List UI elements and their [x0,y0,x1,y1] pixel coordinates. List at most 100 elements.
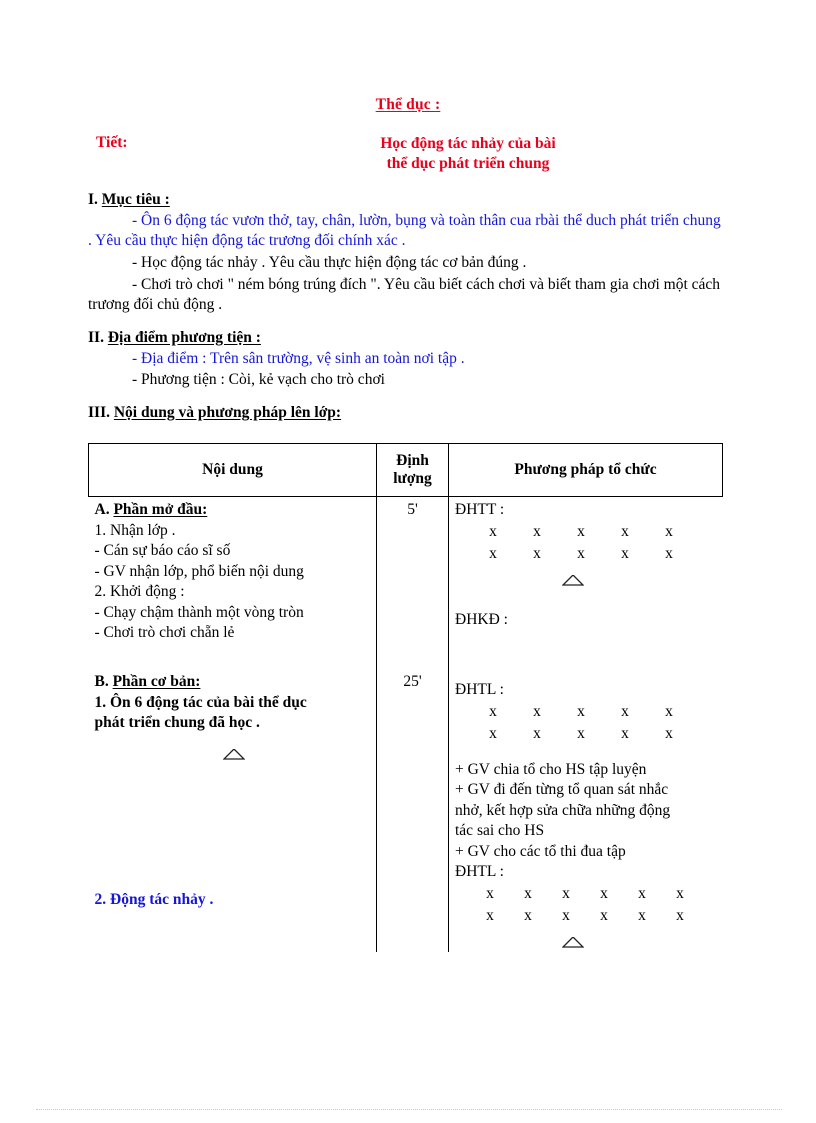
triangle-icon [561,936,584,948]
lesson-plan-table: Nội dung Định lượng Phương pháp tổ chức … [88,442,723,952]
part-a-content-cell: A. Phần mở đầu: 1. Nhận lớp . - Cán sự b… [88,496,377,644]
objective-line-1: - Ôn 6 động tác vươn thở, tay, chân, lườ… [88,211,721,250]
x-mark: x [486,907,494,925]
part-a-formation1-row1: xxxxx [455,521,717,543]
part-a-line-3: - GV nhận lớp, phổ biến nội dung [94,562,304,580]
part-a-line-6: - Chơi trò chơi chẵn lẻ [94,624,235,642]
x-mark: x [638,907,646,925]
part-b-note-4: tác sai cho HS [455,822,545,840]
part-b-formation1-label: ĐHTL : [455,681,504,699]
x-mark: x [524,907,532,925]
triangle-icon [222,748,245,760]
part-b-quantity-cell: 25' [376,643,449,952]
x-mark: x [577,702,585,720]
x-mark: x [486,884,494,902]
period-row: Tiết: Học động tác nhảy của bài thể dục … [88,134,728,178]
x-mark: x [665,725,673,743]
part-b-content-cell: B. Phần cơ bản: 1. Ôn 6 động tác của bài… [88,643,377,952]
section-objectives-title: Mục tiêu : [101,191,170,208]
x-mark: x [533,545,541,563]
x-mark: x [489,545,497,563]
part-a-line-5: - Chạy chậm thành một vòng tròn [94,603,304,621]
part-b-formation1-row1: xxxxx [455,701,717,723]
part-b-note-2: + GV đi đến từng tổ quan sát nhắc [455,781,669,799]
section-content-number: III. [88,403,114,421]
table-header-quantity-line2: lượng [393,470,432,488]
x-mark: x [676,884,684,902]
section-location-number: II. [88,328,108,346]
section-location-title: Địa điểm phương tiện : [107,328,261,346]
objective-line-2: - Học động tác nhảy . Yêu cầu thực hiện … [132,254,527,272]
table-header-quantity: Định lượng [376,442,449,498]
part-b-item1-line2: phát triển chung đã học . [94,714,260,732]
part-b-item1-line1: 1. Ôn 6 động tác của bài thể dục [94,693,307,711]
part-a-line-2: - Cán sự báo cáo sĩ số [94,542,231,560]
x-mark: x [533,725,541,743]
part-a-teacher-position [455,574,717,590]
document-page: Thể dục : Tiết: Học động tác nhảy của bà… [0,0,816,1123]
table-row-part-b: B. Phần cơ bản: 1. Ôn 6 động tác của bài… [88,643,723,952]
x-mark: x [577,725,585,743]
x-mark: x [489,725,497,743]
x-mark: x [665,545,673,563]
part-a-heading-text: Phần mở đầu: [113,501,208,519]
part-a-formation1-row2: xxxxx [455,543,717,565]
part-b-method-cell: ĐHTL : xxxxx xxxxx + GV chia tổ cho HS t… [448,643,723,952]
document-body: Thể dục : Tiết: Học động tác nhảy của bà… [88,96,728,952]
x-mark: x [562,907,570,925]
part-a-formation2-label: ĐHKĐ : [455,610,508,628]
table-header-quantity-line1: Định [396,451,429,469]
subject-title: Thể dục : [88,96,728,114]
part-b-formation2-row2: xxxxxx [455,905,717,927]
part-b-heading-text: Phần cơ bản: [112,673,201,691]
part-a-quantity-cell: 5' [376,496,449,644]
x-mark: x [533,522,541,540]
x-mark: x [489,522,497,540]
x-mark: x [621,702,629,720]
part-b-note-3: nhở, kết hợp sửa chữa những động [455,801,671,819]
page-boundary-rule [36,1109,782,1110]
x-mark: x [600,907,608,925]
location-line-1: - Địa điểm : Trên sân trường, vệ sinh an… [132,349,465,367]
lesson-title-line1: Học động tác nhảy của bài [380,135,556,152]
x-mark: x [577,522,585,540]
part-b-item2: 2. Động tác nhảy . [94,890,214,908]
table-header-method: Phương pháp tổ chức [448,442,723,498]
part-a-heading: A. Phần mở đầu: [95,500,371,520]
part-b-teacher-position [95,748,371,764]
part-a-heading-prefix: A. [94,501,114,519]
x-mark: x [621,522,629,540]
location-line-2: - Phương tiện : Còi, kẻ vạch cho trò chơ… [132,371,385,389]
x-mark: x [524,884,532,902]
part-b-note-1: + GV chia tổ cho HS tập luyện [455,760,647,778]
part-b-teacher-position-2 [455,936,717,952]
part-a-line-4: 2. Khởi động : [94,583,185,601]
x-mark: x [621,545,629,563]
part-b-heading-prefix: B. [94,673,113,691]
x-mark: x [562,884,570,902]
x-mark: x [638,884,646,902]
section-heading-location: II. Địa điểm phương tiện : [88,328,728,348]
x-mark: x [676,907,684,925]
section-heading-content-method: III. Nội dung và phương pháp lên lớp: [88,403,728,423]
x-mark: x [577,545,585,563]
part-a-method-cell: ĐHTT : xxxxx xxxxx ĐHKĐ: [448,496,723,644]
x-mark: x [665,522,673,540]
part-b-formation1-row2: xxxxx [455,723,717,745]
part-b-heading: B. Phần cơ bản: [95,672,371,692]
section-content-title: Nội dung và phương pháp lên lớp: [113,403,342,421]
x-mark: x [489,702,497,720]
objective-line-3: - Chơi trò chơi " ném bóng trúng đích ".… [88,275,721,314]
x-mark: x [621,725,629,743]
table-row-part-a: A. Phần mở đầu: 1. Nhận lớp . - Cán sự b… [88,496,723,644]
table-header-row: Nội dung Định lượng Phương pháp tổ chức [88,442,723,498]
